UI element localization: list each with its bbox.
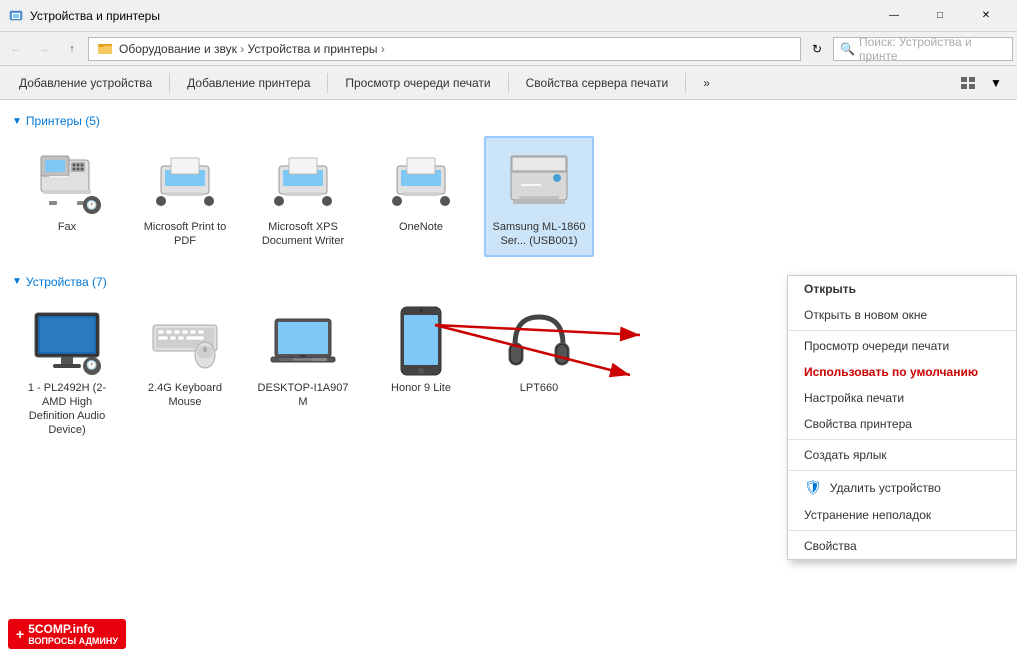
ctx-sep-3 <box>788 470 1016 471</box>
ctx-remove-device[interactable]: 🛡 Удалить устройство <box>788 473 1016 502</box>
ctx-set-default[interactable]: Использовать по умолчанию <box>788 359 1016 385</box>
ctx-print-queue[interactable]: Просмотр очереди печати <box>788 333 1016 359</box>
monitor-clock-icon: 🕐 <box>83 357 101 375</box>
headphone-icon <box>503 305 575 377</box>
watermark-icon: + <box>16 626 24 642</box>
toolbar-separator-2 <box>327 73 328 93</box>
toolbar-separator-3 <box>508 73 509 93</box>
main-content: ▼ Принтеры (5) <box>0 100 1017 657</box>
breadcrumb-text: Оборудование и звук › Устройства и принт… <box>119 42 385 56</box>
add-device-button[interactable]: Добавление устройства <box>8 70 163 96</box>
device-item-samsung[interactable]: Samsung ML-1860 Ser... (USB001) <box>484 136 594 257</box>
ctx-sep-2 <box>788 439 1016 440</box>
view-options-button[interactable] <box>955 70 981 96</box>
xps-icon <box>267 144 339 216</box>
ctx-create-shortcut[interactable]: Создать ярлык <box>788 442 1016 468</box>
ctx-sep-4 <box>788 530 1016 531</box>
ctx-printer-props[interactable]: Свойства принтера <box>788 411 1016 437</box>
fax-icon: 🕐 <box>31 144 103 216</box>
toolbar-separator-1 <box>169 73 170 93</box>
pdf-icon <box>149 144 221 216</box>
samsung-icon <box>503 144 575 216</box>
shield-icon: 🛡 <box>804 479 822 496</box>
title-bar: Устройства и принтеры — □ ✕ <box>0 0 1017 32</box>
printers-grid: 🕐 Fax Microsoft Print to PDF <box>12 132 1005 269</box>
default-clock-icon: 🕐 <box>83 196 101 214</box>
fax-label: Fax <box>58 220 76 234</box>
device-item-headphone[interactable]: LPT660 <box>484 297 594 446</box>
headphone-label: LPT660 <box>520 381 559 395</box>
keyboard-label: 2.4G Keyboard Mouse <box>138 381 232 410</box>
keyboard-icon <box>149 305 221 377</box>
toolbar: Добавление устройства Добавление принтер… <box>0 66 1017 100</box>
ctx-print-settings[interactable]: Настройка печати <box>788 385 1016 411</box>
device-item-xps[interactable]: Microsoft XPS Document Writer <box>248 136 358 257</box>
device-item-monitor[interactable]: 🕐 1 - PL2492H (2-AMD High Definition Aud… <box>12 297 122 446</box>
search-placeholder: Поиск: Устройства и принте <box>859 35 1006 63</box>
context-menu: Открыть Открыть в новом окне Просмотр оч… <box>787 275 1017 560</box>
device-item-onenote[interactable]: OneNote <box>366 136 476 257</box>
device-item-fax[interactable]: 🕐 Fax <box>12 136 122 257</box>
up-button[interactable]: ↑ <box>60 37 84 61</box>
samsung-label: Samsung ML-1860 Ser... (USB001) <box>492 220 586 249</box>
watermark-text: 5COMP.info ВОПРОСЫ АДМИНУ <box>28 622 118 646</box>
devices-chevron: ▼ <box>12 276 22 287</box>
watermark: + 5COMP.info ВОПРОСЫ АДМИНУ <box>8 619 126 649</box>
device-item-honor[interactable]: Honor 9 Lite <box>366 297 476 446</box>
device-item-desktop[interactable]: DESKTOP-I1A907 M <box>248 297 358 446</box>
server-props-button[interactable]: Свойства сервера печати <box>515 70 680 96</box>
maximize-button[interactable]: □ <box>917 0 963 32</box>
printers-chevron: ▼ <box>12 116 22 127</box>
honor-label: Honor 9 Lite <box>391 381 451 395</box>
device-item-pdf[interactable]: Microsoft Print to PDF <box>130 136 240 257</box>
ctx-properties[interactable]: Свойства <box>788 533 1016 559</box>
forward-button[interactable]: → <box>32 37 56 61</box>
ctx-open[interactable]: Открыть <box>788 276 1016 302</box>
printers-section-header[interactable]: ▼ Принтеры (5) <box>12 108 1005 132</box>
toolbar-right: ▼ <box>955 70 1009 96</box>
more-button[interactable]: » <box>692 70 721 96</box>
monitor-label: 1 - PL2492H (2-AMD High Definition Audio… <box>20 381 114 438</box>
window-title: Устройства и принтеры <box>30 9 871 23</box>
search-box[interactable]: 🔍 Поиск: Устройства и принте <box>833 37 1013 61</box>
refresh-button[interactable]: ↻ <box>805 37 829 61</box>
honor-icon <box>385 305 457 377</box>
devices-label: Устройства (7) <box>26 275 107 289</box>
ctx-open-new-window[interactable]: Открыть в новом окне <box>788 302 1016 328</box>
minimize-button[interactable]: — <box>871 0 917 32</box>
monitor-icon: 🕐 <box>31 305 103 377</box>
desktop-icon <box>267 305 339 377</box>
device-item-keyboard[interactable]: 2.4G Keyboard Mouse <box>130 297 240 446</box>
toolbar-separator-4 <box>685 73 686 93</box>
onenote-icon <box>385 144 457 216</box>
ctx-sep-1 <box>788 330 1016 331</box>
address-path[interactable]: Оборудование и звук › Устройства и принт… <box>88 37 801 61</box>
search-icon: 🔍 <box>840 42 855 56</box>
xps-label: Microsoft XPS Document Writer <box>256 220 350 249</box>
printers-label: Принтеры (5) <box>26 114 100 128</box>
desktop-label: DESKTOP-I1A907 M <box>256 381 350 410</box>
close-button[interactable]: ✕ <box>963 0 1009 32</box>
add-printer-button[interactable]: Добавление принтера <box>176 70 321 96</box>
onenote-label: OneNote <box>399 220 443 234</box>
view-dropdown-button[interactable]: ▼ <box>983 70 1009 96</box>
ctx-troubleshoot[interactable]: Устранение неполадок <box>788 502 1016 528</box>
pdf-label: Microsoft Print to PDF <box>138 220 232 249</box>
title-bar-controls: — □ ✕ <box>871 0 1009 32</box>
print-queue-button[interactable]: Просмотр очереди печати <box>334 70 501 96</box>
back-button[interactable]: ← <box>4 37 28 61</box>
address-bar: ← → ↑ Оборудование и звук › Устройства и… <box>0 32 1017 66</box>
title-bar-icon <box>8 8 24 24</box>
